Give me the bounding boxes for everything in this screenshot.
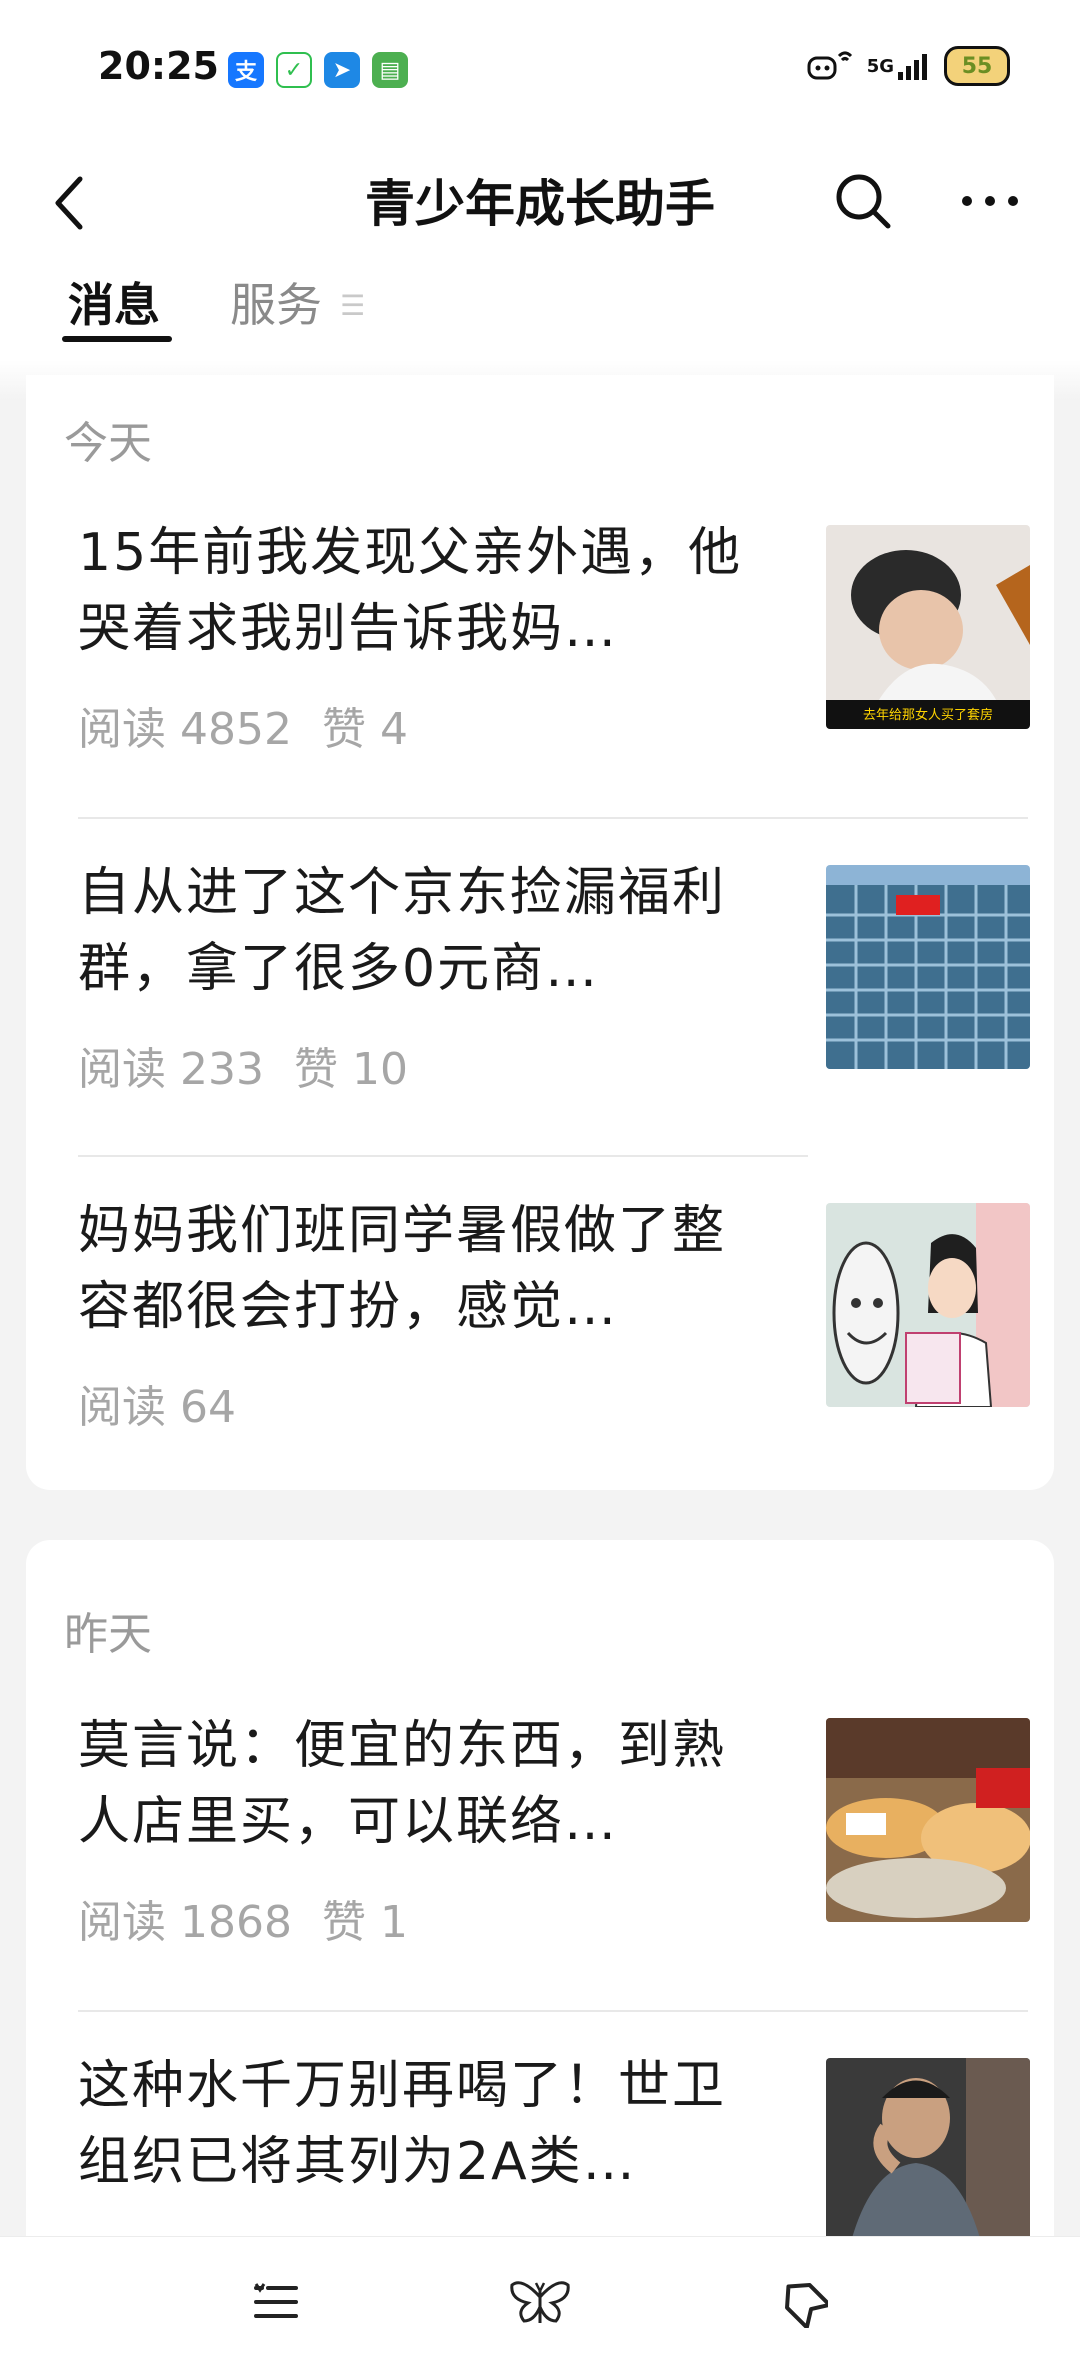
article-title: 这种水千万别再喝了！世卫组织已将其列为2A类… <box>78 2056 727 2192</box>
article-title: 自从进了这个京东捡漏福利群，拿了很多0元商… <box>78 863 727 999</box>
alipay-icon: 支 <box>228 52 264 88</box>
shield-icon: ✓ <box>276 52 312 88</box>
article-stats: 阅读 4852 赞 4 <box>78 693 408 757</box>
wifi-icon <box>805 46 853 86</box>
search-icon <box>836 174 891 229</box>
thumb-caption: 去年给那女人买了套房 <box>863 707 993 723</box>
active-tab-indicator <box>62 336 172 342</box>
more-dots-icon <box>962 196 1018 206</box>
read-count: 阅读 233 <box>78 1044 264 1095</box>
article-title: 莫言说：便宜的东西，到熟人店里买，可以联络… <box>78 1716 727 1852</box>
read-count: 阅读 4852 <box>78 704 292 755</box>
article-stats: 阅读 64 <box>78 1371 236 1435</box>
network-label: 5G <box>866 55 894 77</box>
article-thumbnail <box>826 865 1030 1069</box>
page-title: 青少年成长助手 <box>365 175 715 233</box>
tab-service[interactable]: 服务 <box>230 267 322 337</box>
article-title: 15年前我发现父亲外遇，他哭着求我别告诉我妈… <box>78 523 743 659</box>
message-app-icon: ▤ <box>372 52 408 88</box>
nav-tag-button[interactable] <box>764 2267 844 2337</box>
bottom-nav <box>0 2236 1080 2373</box>
nav-list-button[interactable] <box>236 2267 316 2337</box>
article-stats: 阅读 1868 赞 1 <box>78 1886 408 1950</box>
tab-messages[interactable]: 消息 <box>68 267 160 337</box>
nav-butterfly-button[interactable] <box>500 2267 580 2337</box>
menu-lines-icon: ☰ <box>340 289 366 322</box>
nav-list-icon <box>254 2283 298 2318</box>
divider <box>78 817 1028 819</box>
article-title: 妈妈我们班同学暑假做了整容都很会打扮，感觉… <box>78 1201 727 1337</box>
like-count: 赞 4 <box>321 704 408 755</box>
battery-icon: 55 <box>944 46 1010 86</box>
article-item[interactable]: 妈妈我们班同学暑假做了整容都很会打扮，感觉… 阅读 64 <box>78 1193 1030 1493</box>
like-count: 赞 1 <box>321 1897 408 1948</box>
status-time: 20:25 <box>98 44 219 88</box>
section-label-yesterday: 昨天 <box>64 1609 152 1660</box>
send-app-icon: ➤ <box>324 52 360 88</box>
signal-icon: 5G <box>867 46 930 86</box>
article-stats: 阅读 233 赞 10 <box>78 1033 408 1097</box>
article-thumbnail <box>826 1203 1030 1407</box>
read-count: 阅读 64 <box>78 1382 236 1433</box>
article-thumbnail <box>826 2058 1030 2262</box>
article-item[interactable]: 自从进了这个京东捡漏福利群，拿了很多0元商… 阅读 233 赞 10 <box>78 855 1030 1155</box>
article-thumbnail <box>826 1718 1030 1922</box>
search-button[interactable] <box>828 166 898 236</box>
nav-butterfly-icon <box>510 2281 570 2323</box>
article-item[interactable]: 莫言说：便宜的东西，到熟人店里买，可以联络… 阅读 1868 赞 1 <box>78 1708 1030 2008</box>
header-bar: 青少年成长助手 <box>0 140 1080 265</box>
nav-tag-icon <box>785 2283 828 2328</box>
like-count: 赞 10 <box>293 1044 408 1095</box>
status-bar: 20:25 支 ✓ ➤ ▤ 5G 55 <box>0 0 1080 140</box>
section-card-today: 今天 15年前我发现父亲外遇，他哭着求我别告诉我妈… 阅读 4852 赞 4 去… <box>26 375 1054 1490</box>
more-button[interactable] <box>955 166 1025 236</box>
article-thumbnail: 去年给那女人买了套房 <box>826 525 1030 729</box>
read-count: 阅读 1868 <box>78 1897 292 1948</box>
section-label-today: 今天 <box>64 418 152 469</box>
divider <box>78 2010 1028 2012</box>
divider <box>78 1155 808 1157</box>
status-app-icons: 支 ✓ ➤ ▤ <box>228 52 408 88</box>
tab-bar: 消息 服务 ☰ <box>0 265 1080 360</box>
status-right: 5G 55 <box>805 46 1010 86</box>
article-item[interactable]: 15年前我发现父亲外遇，他哭着求我别告诉我妈… 阅读 4852 赞 4 去年给那… <box>78 515 1030 815</box>
app-page: 20:25 支 ✓ ➤ ▤ 5G 55 青少年成长助手 消息 服务 ☰ 今天 1… <box>0 0 1080 2373</box>
